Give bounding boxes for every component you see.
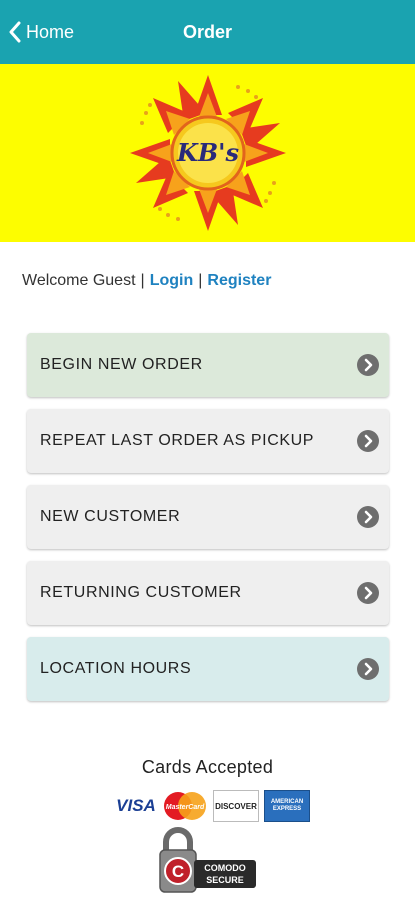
welcome-line: Welcome Guest | Login | Register [22,272,271,290]
amex-logo: AMERICAN EXPRESS [264,790,310,822]
svg-text:MasterCard: MasterCard [166,804,205,811]
kbs-sun-logo: KB's [130,75,286,231]
menu-item-label: BEGIN NEW ORDER [40,356,203,373]
comodo-secure-badge: C COMODO SECURE [159,827,256,893]
svg-text:C: C [172,862,184,881]
new-customer-button[interactable]: NEW CUSTOMER [27,485,389,549]
chevron-left-icon [9,21,21,43]
svg-text:SECURE: SECURE [206,875,244,885]
begin-new-order-button[interactable]: BEGIN NEW ORDER [27,333,389,397]
chevron-right-circle-icon [357,582,379,604]
amex-line1: AMERICAN [270,799,304,805]
svg-text:KB's: KB's [176,138,239,167]
mastercard-logo: MasterCard [164,792,206,820]
register-link[interactable]: Register [207,272,271,289]
brand-banner: KB's [0,64,415,242]
menu-item-label: RETURNING CUSTOMER [40,584,242,601]
menu-item-label: REPEAT LAST ORDER AS PICKUP [40,432,315,449]
card-logos: VISA MasterCard DISCOVER AMERICAN EXPRES… [115,790,315,822]
discover-logo: DISCOVER [213,790,259,822]
amex-line2: EXPRESS [272,806,302,812]
svg-text:COMODO: COMODO [204,863,246,873]
chevron-right-circle-icon [357,354,379,376]
back-label: Home [26,21,75,42]
chevron-right-circle-icon [357,658,379,680]
visa-logo: VISA [116,796,156,815]
back-button[interactable]: Home [8,0,74,64]
login-link[interactable]: Login [150,272,194,289]
menu-item-label: LOCATION HOURS [40,660,192,677]
separator: | [198,272,203,289]
chevron-right-circle-icon [357,430,379,452]
app-header: Home Order [0,0,415,64]
chevron-right-circle-icon [357,506,379,528]
cards-accepted-title: Cards Accepted [141,757,274,777]
order-menu: BEGIN NEW ORDER REPEAT LAST ORDER AS PIC… [27,333,389,713]
returning-customer-button[interactable]: RETURNING CUSTOMER [27,561,389,625]
welcome-text: Welcome Guest [22,272,136,289]
separator: | [140,272,145,289]
location-hours-button[interactable]: LOCATION HOURS [27,637,389,701]
menu-item-label: NEW CUSTOMER [40,508,181,525]
repeat-last-order-button[interactable]: REPEAT LAST ORDER AS PICKUP [27,409,389,473]
